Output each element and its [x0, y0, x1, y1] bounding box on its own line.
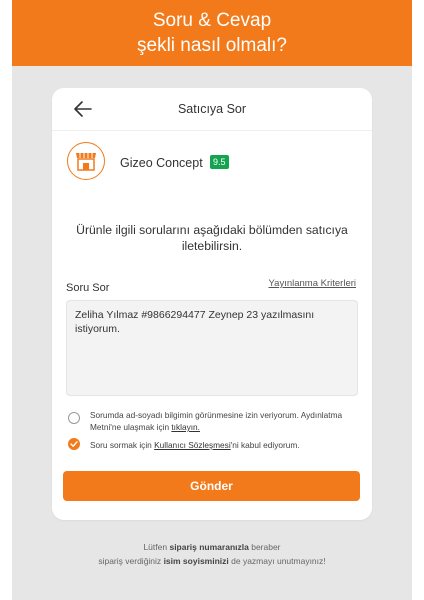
info-text: Ürünle ilgili sorularını aşağıdaki bölüm…: [72, 222, 352, 254]
submit-button[interactable]: Gönder: [63, 471, 360, 501]
seller-logo: [67, 142, 105, 180]
criteria-link[interactable]: Yayınlanma Kriterleri: [269, 278, 356, 289]
privacy-notice-link[interactable]: tıklayın.: [171, 422, 200, 432]
name-consent-radio[interactable]: [68, 412, 80, 424]
check-icon: [70, 441, 78, 447]
user-agreement-link[interactable]: Kullanıcı Sözleşmesi: [154, 440, 231, 450]
footer-note: Lütfen sipariş numaranızla beraber sipar…: [0, 540, 424, 568]
footer-text-3: sipariş verdiğiniz: [98, 556, 162, 566]
footer-bold-2: isim soyisminizi: [163, 556, 229, 566]
terms-consent-radio[interactable]: [68, 438, 80, 450]
footer-bold-1: sipariş numaranızla: [169, 542, 249, 552]
seller-score-badge: 9.5: [210, 155, 229, 169]
promo-banner: Soru & Cevap şekli nasıl olmalı?: [12, 0, 412, 66]
terms-consent-suffix: 'ni kabul ediyorum.: [230, 440, 300, 450]
terms-consent-text: Soru sormak için Kullanıcı Sözleşmesi'ni…: [90, 439, 358, 451]
banner-title-line1: Soru & Cevap: [152, 10, 272, 31]
question-label: Soru Sor: [66, 282, 110, 294]
name-consent-text: Sorumda ad-soyadı bilgimin görünmesine i…: [90, 409, 358, 433]
header-divider: [52, 130, 372, 131]
banner-title-line2: şekli nasıl olmalı?: [137, 35, 287, 56]
footer-text-4: de yazmayı unutmayınız!: [231, 556, 326, 566]
terms-consent-prefix: Soru sormak için: [90, 440, 152, 450]
seller-name: Gizeo Concept: [120, 156, 203, 170]
info-line2: iletebilirsin.: [181, 239, 243, 253]
ask-seller-dialog: Satıcıya Sor Gizeo Concept 9.5 Ürünle il…: [52, 88, 372, 520]
dialog-title: Satıcıya Sor: [177, 102, 247, 116]
footer-text-2: beraber: [251, 542, 281, 552]
info-line1: Ürünle ilgili sorularını aşağıdaki bölüm…: [76, 223, 348, 237]
name-consent-label: Sorumda ad-soyadı bilgimin görünmesine i…: [90, 410, 343, 432]
store-icon: [76, 153, 96, 171]
footer-text-1: Lütfen: [143, 542, 168, 552]
question-textarea[interactable]: Zeliha Yılmaz #9866294477 Zeynep 23 yazı…: [66, 300, 358, 396]
